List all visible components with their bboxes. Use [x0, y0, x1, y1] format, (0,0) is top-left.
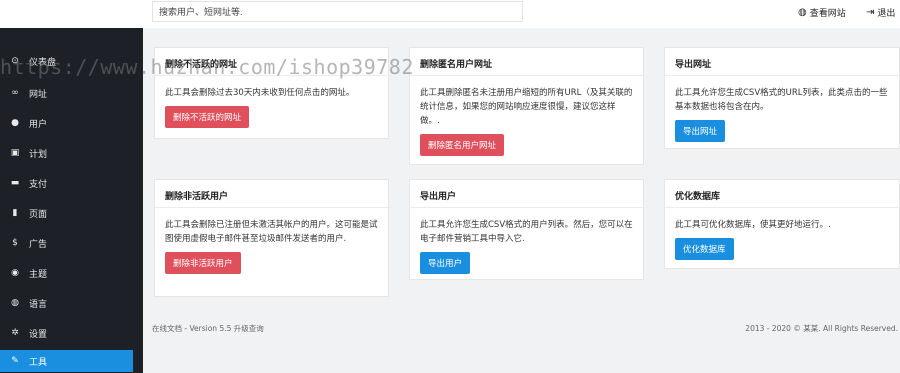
globe-icon: ◍ — [798, 7, 807, 18]
card-description: 此工具会删除已注册但未激活其帐户的用户。这可能是试图使用虚假电子邮件甚至垃圾邮件… — [165, 220, 378, 244]
logout-label: 退出 — [877, 9, 896, 19]
sidebar-item-tools[interactable]: ✎ 工具 — [0, 350, 133, 372]
sidebar-item-urls[interactable]: ∞ 网址 — [0, 82, 133, 104]
delete-inactive-users-button[interactable]: 删除非活跃用户 — [165, 252, 241, 274]
globe-icon: ◍ — [11, 298, 19, 308]
sidebar-item-label: 工具 — [29, 357, 48, 368]
export-urls-button[interactable]: 导出网址 — [675, 120, 726, 142]
card-export-urls: 导出网址 此工具允许您生成CSV格式的URL列表，此类点击的一些基本数据也将包含… — [664, 47, 900, 149]
card-icon: ▬ — [10, 178, 20, 188]
sidebar-item-settings[interactable]: ✲ 设置 — [0, 322, 133, 344]
card-title: 优化数据库 — [665, 180, 899, 208]
view-site-link[interactable]: ◍ 查看网站 — [798, 6, 846, 19]
sidebar-item-users[interactable]: ● 用户 — [0, 112, 133, 134]
card-description: 此工具删除匿名未注册用户缩短的所有URL（及其关联的统计信息，如果您的网站响应速… — [420, 88, 633, 126]
card-title: 导出网址 — [665, 48, 899, 76]
sidebar-item-plans[interactable]: ▣ 计划 — [0, 142, 133, 164]
sidebar-item-label: 网址 — [29, 89, 48, 100]
sidebar: ⊙ 仪表盘 ∞ 网址 ● 用户 ▣ 计划 ▬ 支付 ▮ 页面 $ 广告 ◉ 主题… — [0, 28, 143, 373]
card-description: 此工具可优化数据库，使其更好地运行。. — [675, 220, 831, 230]
card-description: 此工具允许您生成CSV格式的用户列表。然后，您可以在电子邮件营销工具中导入它. — [420, 220, 633, 244]
delete-inactive-urls-button[interactable]: 删除不活跃的网址 — [165, 106, 250, 128]
export-users-button[interactable]: 导出用户 — [420, 252, 471, 274]
footer-copyright: 2013 - 2020 © 某某. All Rights Reserved. — [745, 324, 898, 333]
sidebar-item-themes[interactable]: ◉ 主题 — [0, 262, 133, 284]
dollar-icon: $ — [12, 238, 18, 248]
link-icon: ∞ — [11, 88, 19, 98]
sidebar-item-label: 设置 — [29, 329, 48, 340]
dashboard-icon: ⊙ — [11, 56, 19, 66]
sidebar-item-label: 计划 — [29, 149, 48, 160]
eye-icon: ◉ — [11, 268, 19, 278]
card-description: 此工具允许您生成CSV格式的URL列表，此类点击的一些基本数据也将包含在内。 — [675, 88, 888, 112]
card-delete-inactive-urls: 删除不活跃的网址 此工具会删除过去30天内未收到任何点击的网址。 删除不活跃的网… — [154, 47, 389, 139]
sidebar-item-pages[interactable]: ▮ 页面 — [0, 202, 133, 224]
sidebar-item-label: 主题 — [29, 269, 48, 280]
gear-icon: ✲ — [11, 328, 19, 338]
sidebar-item-payments[interactable]: ▬ 支付 — [0, 172, 133, 194]
optimize-database-button[interactable]: 优化数据库 — [675, 238, 734, 260]
sidebar-item-label: 广告 — [29, 239, 48, 250]
card-title: 删除匿名用户网址 — [410, 48, 643, 76]
footer-version[interactable]: 在线文档 - Version 5.5 升级查询 — [152, 323, 264, 334]
page-icon: ▮ — [12, 208, 18, 218]
briefcase-icon: ▣ — [10, 148, 20, 158]
sidebar-item-label: 用户 — [29, 119, 48, 130]
card-title: 删除非活跃用户 — [155, 180, 388, 208]
wrench-icon: ✎ — [11, 356, 19, 366]
sidebar-item-label: 仪表盘 — [29, 57, 57, 68]
card-title: 删除不活跃的网址 — [155, 48, 388, 76]
delete-anonymous-urls-button[interactable]: 删除匿名用户网址 — [420, 134, 505, 156]
user-icon: ● — [11, 118, 19, 128]
view-site-label: 查看网站 — [809, 9, 846, 19]
sidebar-item-languages[interactable]: ◍ 语言 — [0, 292, 133, 314]
card-description: 此工具会删除过去30天内未收到任何点击的网址。 — [165, 88, 355, 98]
card-optimize-database: 优化数据库 此工具可优化数据库，使其更好地运行。. 优化数据库 — [664, 179, 900, 269]
card-delete-anonymous-urls: 删除匿名用户网址 此工具删除匿名未注册用户缩短的所有URL（及其关联的统计信息，… — [409, 47, 644, 165]
sidebar-item-dashboard[interactable]: ⊙ 仪表盘 — [0, 50, 133, 72]
logout-link[interactable]: ⇥ 退出 — [866, 6, 895, 19]
sidebar-item-label: 支付 — [29, 179, 48, 190]
logout-icon: ⇥ — [866, 7, 875, 18]
sidebar-item-ads[interactable]: $ 广告 — [0, 232, 133, 254]
sidebar-item-label: 页面 — [29, 209, 48, 220]
search-input[interactable] — [152, 1, 523, 22]
top-bar: ◍ 查看网站 ⇥ 退出 — [0, 0, 900, 28]
card-delete-inactive-users: 删除非活跃用户 此工具会删除已注册但未激活其帐户的用户。这可能是试图使用虚假电子… — [154, 179, 389, 297]
card-title: 导出用户 — [410, 180, 643, 208]
sidebar-item-label: 语言 — [29, 299, 48, 310]
card-export-users: 导出用户 此工具允许您生成CSV格式的用户列表。然后，您可以在电子邮件营销工具中… — [409, 179, 644, 280]
